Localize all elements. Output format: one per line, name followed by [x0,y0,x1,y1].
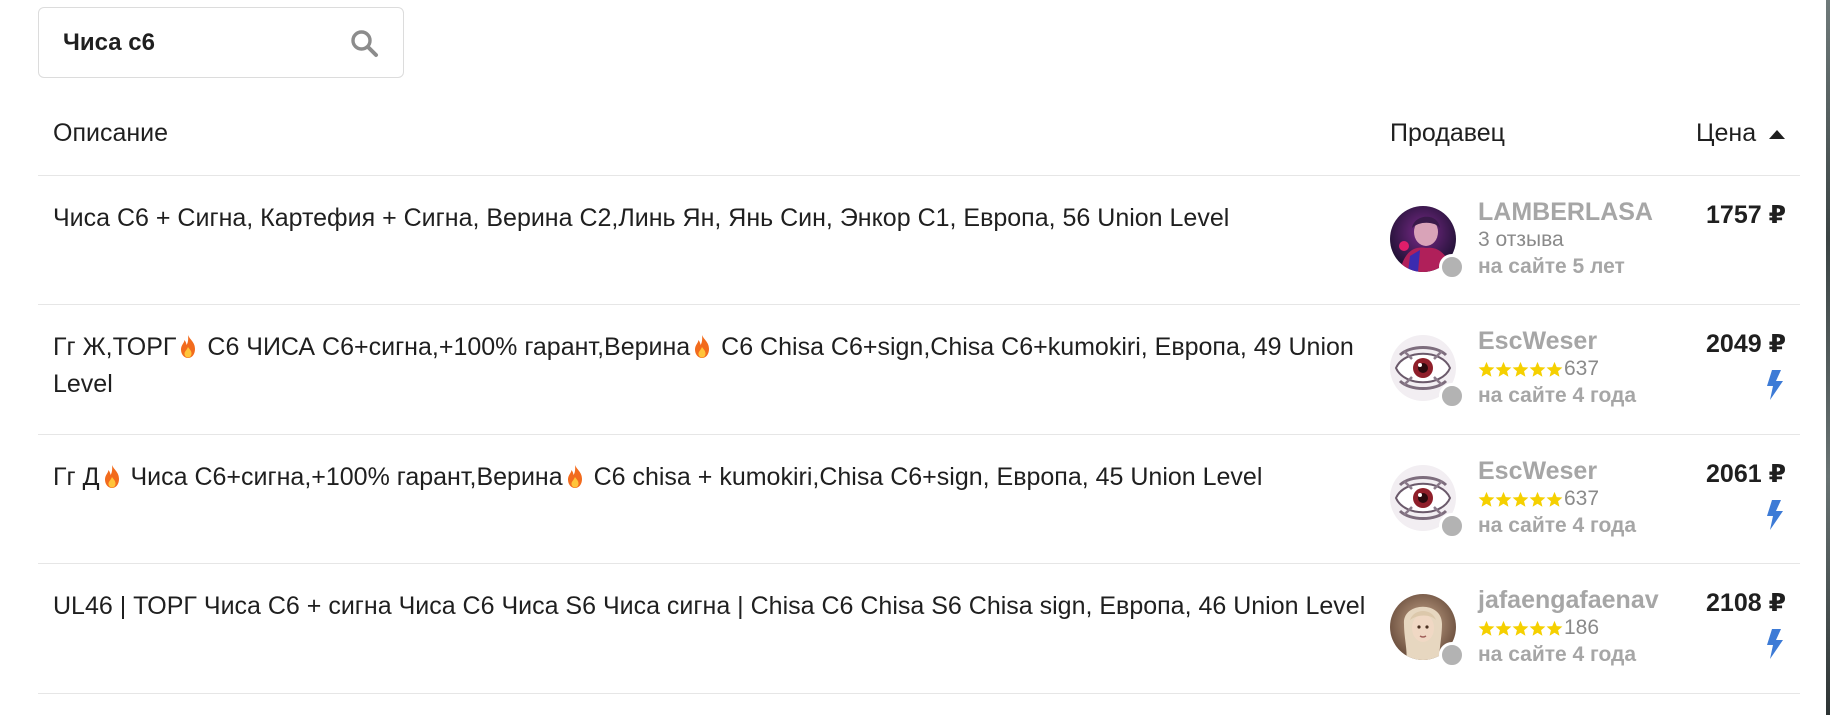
star-icon [1512,361,1529,377]
offer-price: 1757 ₽ [1706,201,1786,229]
star-icon [1512,620,1529,636]
table-divider [38,693,1800,694]
seller-name[interactable]: EscWeser [1478,457,1597,486]
search-box [38,7,404,78]
star-icon [1478,361,1495,377]
review-count: 186 [1564,616,1600,639]
fire-icon [695,335,710,358]
description-text: C6 chisa + kumokiri,Chisa C6+sign, Европ… [586,463,1263,491]
seller-rating: 3 отзыва [1478,228,1564,252]
offer-description[interactable]: Гг Д Чиса С6+сигна,+100% гарант,Верина C… [53,459,1393,496]
star-icon [1478,620,1495,636]
seller-since: на сайте 5 лет [1478,255,1625,278]
lightning-bolt-icon [1767,370,1783,400]
status-dot [1439,383,1465,409]
status-dot [1439,642,1465,668]
rating-stars [1478,620,1563,637]
search-input[interactable] [63,8,333,77]
star-icon [1512,491,1529,507]
seller-name[interactable]: LAMBERLASA [1478,198,1653,227]
status-dot [1439,513,1465,539]
lightning-bolt-icon [1767,500,1783,530]
review-count: 637 [1564,357,1600,380]
seller-since: на сайте 4 года [1478,514,1637,537]
fire-icon [181,335,196,358]
fire-icon [104,465,119,488]
star-icon [1495,361,1512,377]
review-count: 637 [1564,487,1600,510]
offer-price: 2049 ₽ [1706,330,1786,358]
star-icon [1546,491,1563,507]
description-text: С6 ЧИСА С6+сигна,+100% гарант,Верина [200,333,691,361]
description-text: Гг Ж,ТОРГ [53,333,177,361]
status-dot [1439,254,1465,280]
sort-ascending-icon[interactable] [1769,130,1785,139]
description-text: Гг Д [53,463,100,491]
background-edge [1826,0,1830,715]
rating-stars [1478,361,1563,378]
seller-since: на сайте 4 года [1478,643,1637,666]
fire-icon [567,465,582,488]
table-row[interactable]: Чиса С6 + Сигна, Картефия + Сигна, Верин… [38,176,1800,304]
review-count: 3 отзыва [1478,228,1564,251]
column-header-description[interactable]: Описание [53,119,168,148]
offer-description[interactable]: Гг Ж,ТОРГ С6 ЧИСА С6+сигна,+100% гарант,… [53,329,1393,403]
offers-page: Описание Продавец Цена Чиса С6 + Сигна, … [0,0,1830,715]
star-icon [1478,491,1495,507]
star-icon [1495,620,1512,636]
lightning-bolt-icon [1767,629,1783,659]
search-icon[interactable] [349,28,379,58]
seller-name[interactable]: jafaengafaenav [1478,586,1659,615]
column-header-price[interactable]: Цена [1696,119,1756,148]
star-icon [1529,361,1546,377]
star-icon [1495,491,1512,507]
seller-since: на сайте 4 года [1478,384,1637,407]
star-icon [1546,620,1563,636]
star-icon [1529,620,1546,636]
offer-price: 2061 ₽ [1706,460,1786,488]
description-text: UL46 | ТОРГ Чиса С6 + сигна Чиса С6 Чиса… [53,592,1366,620]
offer-description[interactable]: Чиса С6 + Сигна, Картефия + Сигна, Верин… [53,200,1393,237]
star-icon [1546,361,1563,377]
table-row[interactable]: Гг Ж,ТОРГ С6 ЧИСА С6+сигна,+100% гарант,… [38,305,1800,433]
rating-stars [1478,491,1563,508]
description-text: Чиса С6 + Сигна, Картефия + Сигна, Верин… [53,204,1230,232]
table-row[interactable]: Гг Д Чиса С6+сигна,+100% гарант,Верина C… [38,435,1800,563]
column-header-seller[interactable]: Продавец [1390,119,1505,148]
offer-price: 2108 ₽ [1706,589,1786,617]
table-row[interactable]: UL46 | ТОРГ Чиса С6 + сигна Чиса С6 Чиса… [38,564,1800,692]
description-text: Чиса С6+сигна,+100% гарант,Верина [123,463,563,491]
seller-name[interactable]: EscWeser [1478,327,1597,356]
offer-description[interactable]: UL46 | ТОРГ Чиса С6 + сигна Чиса С6 Чиса… [53,588,1393,625]
star-icon [1529,491,1546,507]
seller-rating: 186 [1478,616,1599,640]
seller-rating: 637 [1478,357,1599,381]
seller-rating: 637 [1478,487,1599,511]
